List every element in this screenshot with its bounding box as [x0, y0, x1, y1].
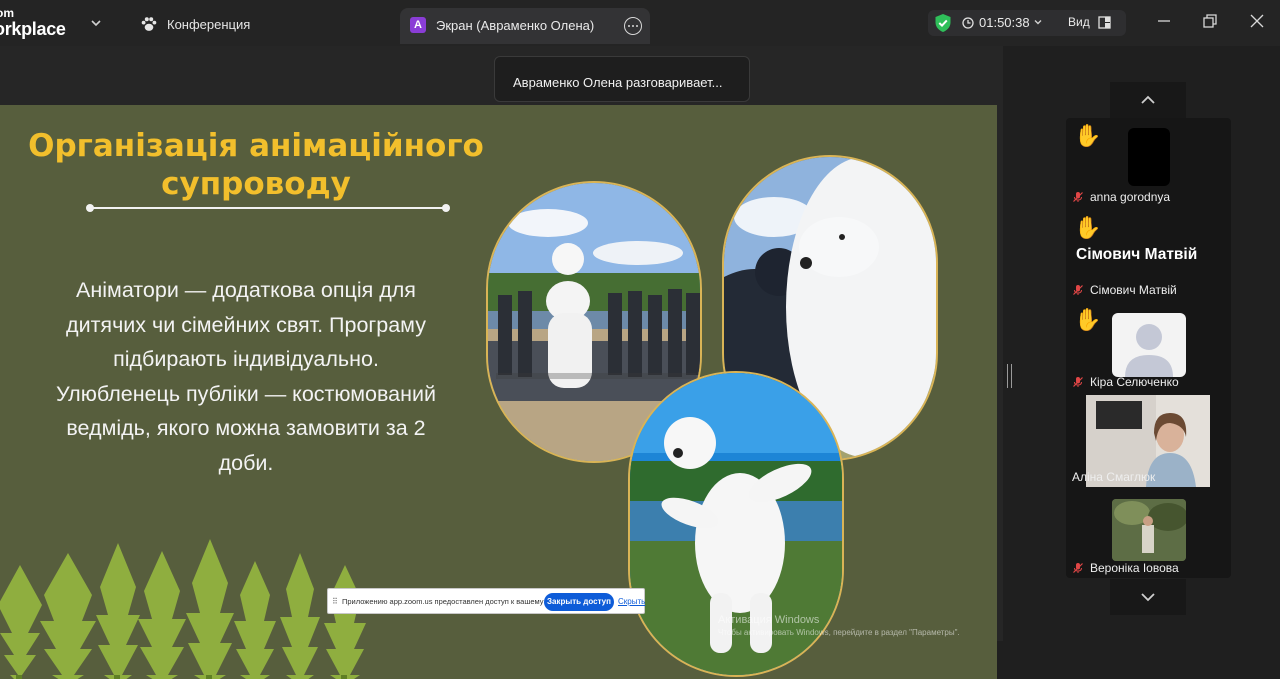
participant-name: Аліна Смаглюк: [1072, 470, 1156, 484]
shared-screen-area: Організація анімаційного супроводу Аніма…: [0, 46, 1003, 679]
meeting-timer[interactable]: 01:50:38: [962, 15, 1030, 30]
restore-icon[interactable]: [1201, 12, 1219, 30]
chevron-down-icon: [1141, 593, 1155, 602]
body-line: Улюбленець публіки — костюмований: [55, 381, 437, 406]
mic-muted-icon: [1073, 377, 1083, 387]
watermark-title: Активация Windows: [718, 614, 820, 626]
body-line: Аніматори — додаткова опція для: [76, 278, 416, 302]
participant-gallery: ✋ anna gorodnya ✋ Сімович Матвій Сімович…: [1066, 118, 1231, 578]
stop-sharing-button[interactable]: Закрыть доступ: [544, 593, 614, 611]
logo-line-1: om: [0, 6, 14, 20]
raised-hand-icon: ✋: [1074, 215, 1102, 240]
access-message: Приложению app.zoom.us предоставлен дост…: [342, 597, 571, 606]
tab-screen-share[interactable]: A Экран (Авраменко Олена): [400, 8, 650, 44]
participant-name: Кіра Селюченко: [1090, 375, 1179, 389]
participant-name: Сімович Матвій: [1090, 283, 1177, 297]
watermark-text: Чтобы активировать Windows, перейдите в …: [718, 628, 960, 637]
screen-access-bar: ⠿ Приложению app.zoom.us предоставлен до…: [327, 588, 645, 614]
speaking-tooltip: Авраменко Олена разговаривает...: [494, 56, 750, 102]
slide-divider: [86, 204, 450, 212]
shield-check-icon[interactable]: [934, 13, 952, 33]
slide-title-line-2: супроводу: [161, 166, 351, 202]
raised-hand-icon: ✋: [1074, 307, 1102, 332]
slide-title-line-1: Організація анімаційного: [28, 128, 484, 164]
paw-icon: [141, 17, 157, 31]
app-logo: om orkplace: [0, 4, 70, 42]
conference-menu[interactable]: Конференция: [140, 14, 250, 34]
slide-title: Організація анімаційного супроводу: [16, 127, 496, 203]
participant-display-name: Сімович Матвій: [1076, 246, 1198, 263]
drag-grip-icon[interactable]: ⠿: [332, 597, 338, 606]
video-off-tile: [1128, 128, 1170, 186]
more-options-icon[interactable]: [624, 17, 642, 35]
minimize-icon[interactable]: [1155, 12, 1173, 30]
participant-name-label: anna gorodnya: [1072, 190, 1170, 204]
gallery-scroll-up-button[interactable]: [1110, 82, 1186, 118]
raised-hand-icon: ✋: [1074, 123, 1102, 148]
panel-resize-handle[interactable]: [1007, 364, 1012, 388]
logo-line-2: orkplace: [0, 19, 66, 39]
meeting-status: 01:50:38 Вид: [928, 10, 1126, 36]
view-button[interactable]: Вид: [1068, 15, 1111, 29]
windows-activation-watermark: Активация Windows Чтобы активировать Win…: [718, 614, 960, 637]
participant-name: Вероніка Іовова: [1090, 561, 1179, 575]
participant-name-label: Вероніка Іовова: [1072, 561, 1179, 575]
body-line: підбирають індивідуально.: [113, 347, 379, 371]
mic-muted-icon: [1073, 192, 1083, 202]
participant-photo: [1112, 499, 1186, 561]
user-avatar-icon: [1125, 324, 1173, 377]
participant-name: anna gorodnya: [1090, 190, 1171, 204]
view-grid-icon: [1098, 15, 1111, 29]
gallery-scroll-down-button[interactable]: [1110, 579, 1186, 615]
conference-label: Конференция: [167, 16, 251, 32]
hide-link[interactable]: Скрыть: [618, 597, 645, 606]
slide-body-text: Аніматори — додаткова опція для дитячих …: [26, 273, 466, 480]
chevron-down-icon[interactable]: [1032, 16, 1044, 28]
body-line: доби.: [218, 450, 274, 475]
mic-muted-icon: [1073, 285, 1083, 295]
body-line: дитячих чи сімейних свят. Програму: [66, 312, 426, 337]
close-icon[interactable]: [1248, 12, 1266, 30]
mic-muted-icon: [1073, 563, 1083, 573]
chevron-up-icon: [1141, 95, 1155, 104]
timer-value: 01:50:38: [979, 15, 1030, 30]
participant-name-label: Кіра Селюченко: [1072, 375, 1179, 389]
presenter-badge: A: [410, 17, 426, 33]
title-bar: om orkplace Конференция A Экран (Аврамен…: [0, 0, 1280, 46]
chevron-down-icon[interactable]: [88, 15, 104, 31]
participant-name-label: Сімович Матвій: [1072, 283, 1177, 297]
view-label: Вид: [1068, 15, 1090, 29]
trees-decoration: [0, 539, 366, 679]
tab-label: Экран (Авраменко Олена): [436, 18, 595, 33]
participant-name-label: Аліна Смаглюк: [1072, 470, 1155, 484]
avatar: [1112, 313, 1186, 377]
body-line: ведмідь, якого можна замовити за 2: [66, 416, 426, 440]
clock-icon: [962, 16, 974, 29]
